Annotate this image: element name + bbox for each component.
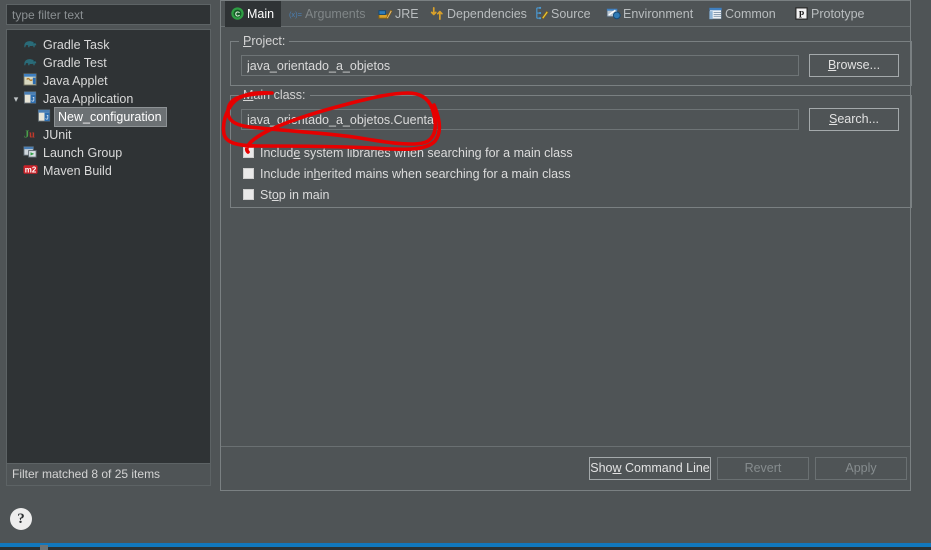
tree-item-label: Launch Group	[43, 146, 123, 160]
stop-in-main-checkbox[interactable]: Stop in main	[243, 186, 330, 204]
filter-text-input[interactable]	[6, 4, 211, 25]
tree-item-label: Java Applet	[43, 74, 108, 88]
tab-dependencies[interactable]: Dependencies	[425, 1, 534, 27]
tab-label: Environment	[623, 7, 694, 21]
junit-icon: Ju	[23, 126, 41, 144]
svg-text:u: u	[29, 130, 35, 141]
revert-button[interactable]: Revert	[717, 457, 809, 480]
tree-item-launch-group[interactable]: Launch Group	[7, 144, 210, 162]
svg-text:(x)=: (x)=	[289, 10, 303, 19]
tab-source[interactable]: Source	[529, 1, 598, 27]
tab-prototype[interactable]: P Prototype	[789, 1, 872, 27]
configurations-tree-panel: Gradle Task Gradle Test Java Applet ▾ J Java …	[0, 0, 216, 491]
gradle-elephant-icon	[23, 54, 41, 72]
java-applet-icon	[23, 72, 41, 90]
apply-button[interactable]: Apply	[815, 457, 907, 480]
tab-arguments[interactable]: (x)= Arguments	[283, 1, 372, 27]
tree-item-label: JUnit	[43, 128, 72, 142]
configuration-editor-panel: C Main (x)= Arguments JRE Dependencies Source E…	[220, 0, 912, 491]
dialog-footer: ? Run Close	[0, 491, 931, 550]
common-table-icon	[708, 4, 725, 20]
show-command-line-button[interactable]: Show Command Line	[589, 457, 711, 480]
tree-item-java-application[interactable]: ▾ J Java Application	[7, 90, 210, 108]
tree-item-label: Gradle Task	[43, 38, 110, 52]
tree-item-label: New_configuration	[54, 107, 167, 127]
svg-text:J: J	[45, 114, 48, 121]
gradle-elephant-icon	[23, 36, 41, 54]
include-system-libraries-checkbox[interactable]: Include system libraries when searching …	[243, 144, 573, 162]
maven-build-icon: m2	[23, 162, 41, 180]
tab-label: Dependencies	[447, 7, 527, 21]
source-pencil-icon	[534, 4, 551, 20]
tab-label: Main	[247, 7, 275, 21]
prototype-p-icon: P	[794, 4, 811, 20]
tree-item-java-applet[interactable]: Java Applet	[7, 72, 210, 90]
launch-group-icon	[23, 144, 41, 162]
tab-label: Prototype	[811, 7, 865, 21]
project-name-input[interactable]	[241, 55, 799, 76]
help-icon[interactable]: ?	[10, 508, 32, 530]
svg-text:m2: m2	[25, 166, 37, 175]
tree-item-gradle-task[interactable]: Gradle Task	[7, 36, 210, 54]
tree-item-label: Gradle Test	[43, 56, 107, 70]
tree-item-new-configuration[interactable]: J New_configuration	[7, 107, 210, 127]
jre-books-icon	[378, 4, 395, 20]
arguments-xy-icon: (x)=	[288, 4, 305, 20]
environment-icon	[606, 4, 623, 20]
tab-jre[interactable]: JRE	[373, 1, 426, 27]
taskbar-nub	[40, 545, 48, 550]
search-button[interactable]: Search...	[809, 108, 899, 131]
browse-button[interactable]: Browse...	[809, 54, 899, 77]
svg-text:J: J	[31, 96, 34, 103]
main-class-input[interactable]	[241, 109, 799, 130]
checkbox-box	[243, 168, 254, 179]
java-application-icon: J	[23, 90, 41, 108]
configuration-tabs: C Main (x)= Arguments JRE Dependencies Source E…	[221, 1, 910, 27]
configurations-tree[interactable]: Gradle Task Gradle Test Java Applet ▾ J Java …	[6, 29, 211, 464]
tab-label: Source	[551, 7, 591, 21]
dependencies-arrows-icon	[430, 4, 447, 20]
svg-text:P: P	[799, 9, 805, 19]
tree-item-label: Java Application	[43, 92, 134, 106]
main-green-c-icon: C	[230, 4, 247, 20]
checkbox-box	[243, 189, 254, 200]
filter-status-label: Filter matched 8 of 25 items	[6, 464, 211, 486]
include-inherited-mains-checkbox[interactable]: Include inherited mains when searching f…	[243, 165, 571, 183]
java-application-icon: J	[37, 108, 55, 126]
project-group: Project: Browse...	[230, 34, 912, 86]
main-class-group-label: Main class:	[239, 88, 310, 102]
checkbox-box	[243, 147, 254, 158]
tab-main[interactable]: C Main	[225, 1, 282, 27]
main-class-group: Main class: Search... Include system lib…	[230, 88, 912, 208]
tree-item-junit[interactable]: Ju JUnit	[7, 126, 210, 144]
editor-action-bar: Show Command Line Revert Apply	[221, 446, 910, 490]
tab-label: Common	[725, 7, 776, 21]
chevron-down-icon[interactable]: ▾	[9, 90, 23, 108]
tree-item-label: Maven Build	[43, 164, 112, 178]
tab-common[interactable]: Common	[703, 1, 783, 27]
tree-item-maven-build[interactable]: m2 Maven Build	[7, 162, 210, 180]
run-configurations-dialog: Gradle Task Gradle Test Java Applet ▾ J Java …	[0, 0, 931, 550]
tab-label: JRE	[395, 7, 419, 21]
svg-text:C: C	[235, 11, 240, 18]
tab-environment[interactable]: Environment	[601, 1, 700, 27]
tree-item-gradle-test[interactable]: Gradle Test	[7, 54, 210, 72]
tab-label: Arguments	[305, 7, 366, 21]
project-group-label: Project:	[239, 34, 290, 48]
